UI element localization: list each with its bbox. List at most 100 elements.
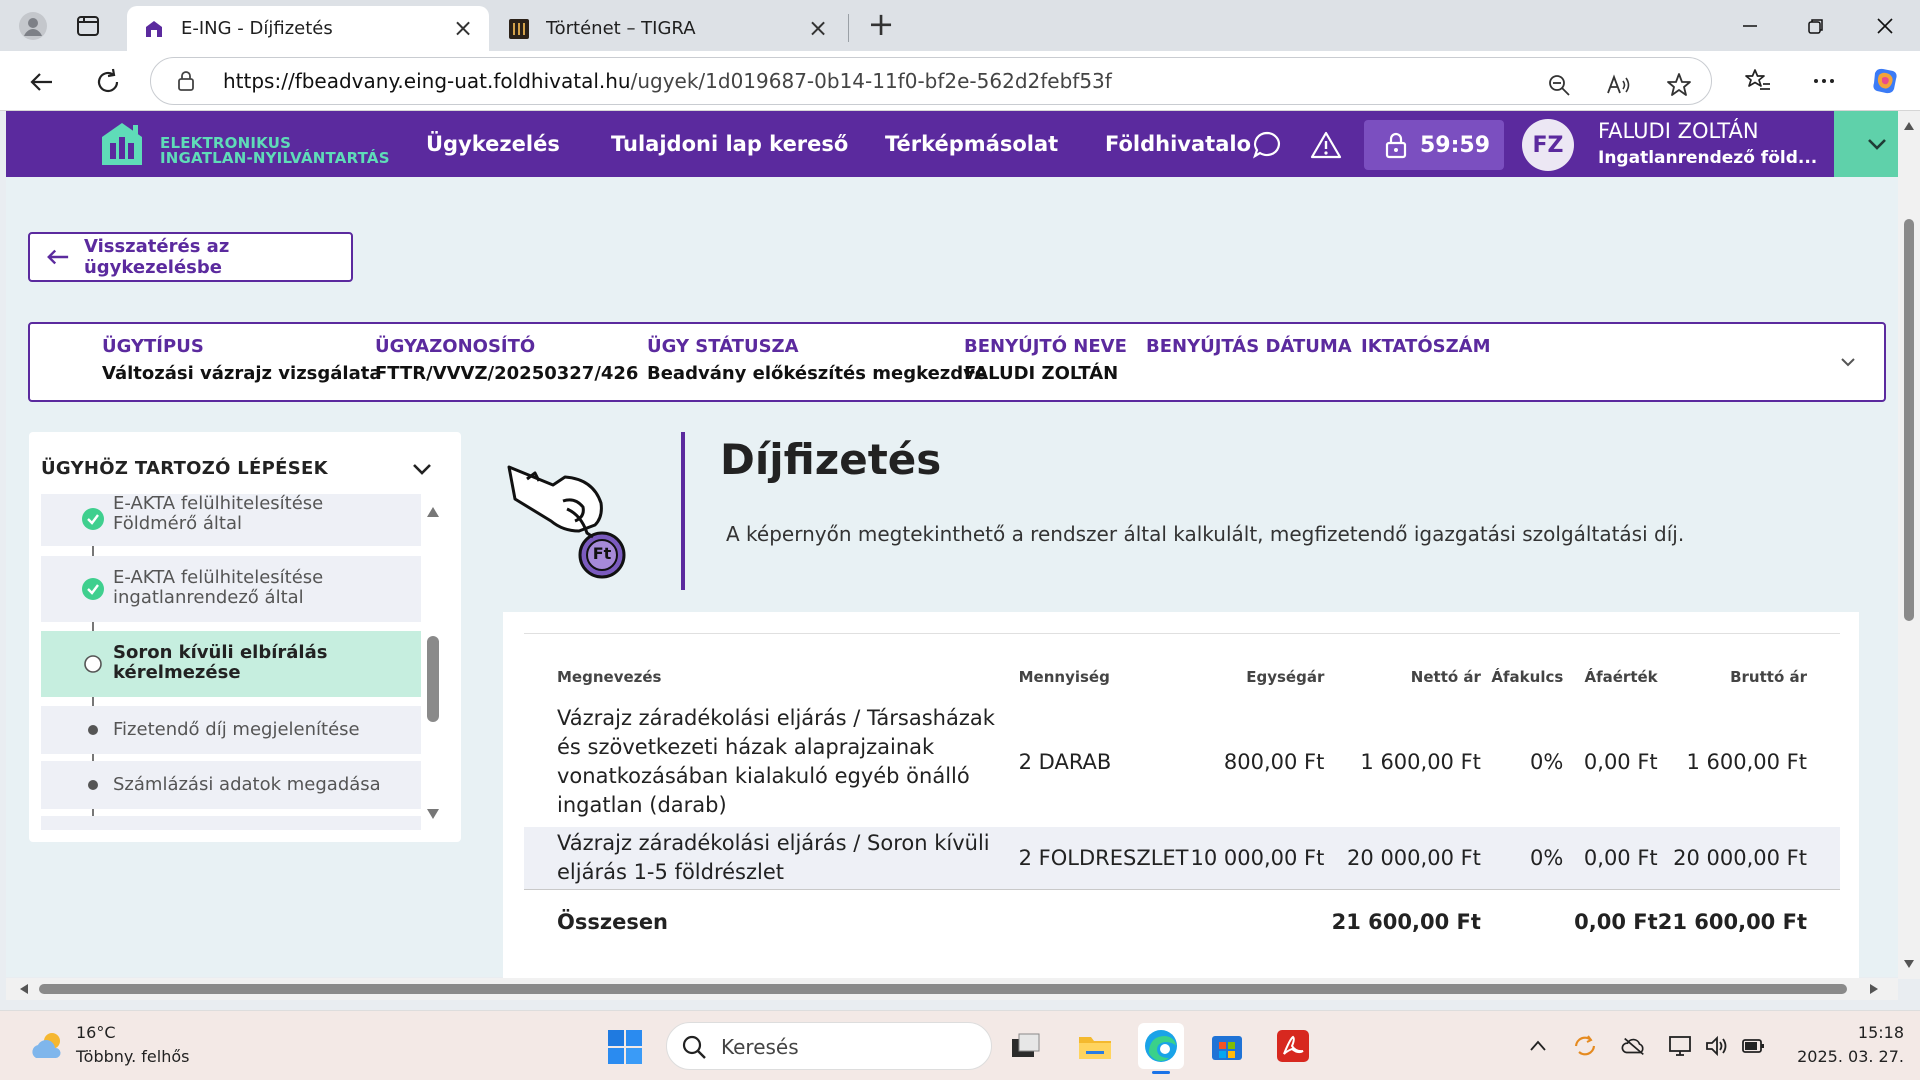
back-to-cases-button[interactable]: Visszatérés az ügykezelésbe	[28, 232, 353, 282]
total-net: 21 600,00 Ft	[1324, 888, 1481, 955]
user-name[interactable]: FALUDI ZOLTÁN	[1598, 119, 1759, 143]
lock-icon[interactable]	[175, 70, 197, 92]
submission-date: BENYÚJTÁS DÁTUMA	[1146, 336, 1352, 357]
weather-temperature[interactable]: 16°C	[76, 1023, 116, 1042]
fee-name: Vázrajz záradékolási eljárás / Társasház…	[557, 706, 995, 817]
minimize-icon[interactable]	[1720, 0, 1780, 51]
user-organization[interactable]: Ingatlanrendező föld...	[1598, 148, 1817, 168]
submitter-label: BENYÚJTÓ NEVE	[964, 336, 1127, 357]
chevron-down-icon	[1868, 139, 1886, 150]
microsoft-store-icon[interactable]	[1204, 1023, 1250, 1069]
logo-text[interactable]: ELEKTRONIKUS INGATLAN-NYILVÁNTARTÁS	[160, 136, 390, 166]
more-menu-icon[interactable]	[1807, 64, 1841, 98]
task-view-icon[interactable]	[1003, 1023, 1049, 1069]
new-tab-icon[interactable]: +	[866, 8, 896, 40]
col-header-gross: Bruttó ár	[1730, 668, 1807, 686]
eing-logo-icon[interactable]	[100, 121, 144, 167]
scrollbar-thumb[interactable]	[1904, 219, 1914, 621]
url-field[interactable]: https://fbeadvany.eing-uat.foldhivatal.h…	[150, 57, 1712, 105]
step-item[interactable]: Számlázási adatok megadása	[41, 761, 421, 809]
edge-browser-icon[interactable]	[1138, 1023, 1184, 1069]
page-vertical-scrollbar[interactable]	[1898, 111, 1920, 979]
nav-ugykezeles[interactable]: Ügykezelés	[426, 111, 560, 177]
scroll-up-icon[interactable]	[426, 506, 440, 518]
tab-eing[interactable]: E-ING - Díjfizetés ×	[127, 6, 489, 51]
favorites-icon[interactable]	[1741, 64, 1775, 98]
profile-icon[interactable]	[14, 7, 52, 45]
weather-description[interactable]: Többny. felhős	[76, 1047, 189, 1066]
read-aloud-icon[interactable]	[1605, 71, 1633, 99]
fee-table-card: Megnevezés Mennyiség Egységár Nettó ár Á…	[503, 612, 1859, 992]
copilot-icon[interactable]	[1868, 64, 1902, 98]
back-button-label: Visszatérés az ügykezelésbe	[83, 236, 230, 278]
page-subtitle: A képernyőn megtekinthető a rendszer ált…	[726, 522, 1685, 546]
case-status-value: Beadvány előkészítés megkezdve	[647, 363, 988, 384]
filing-number: IKTATÓSZÁM	[1361, 336, 1491, 357]
scroll-down-icon[interactable]	[1903, 959, 1915, 969]
scrollbar-thumb[interactable]	[39, 984, 1847, 994]
tab-title: E-ING - Díjfizetés	[181, 18, 333, 39]
chevron-down-icon[interactable]	[1836, 350, 1860, 374]
chevron-up-icon[interactable]	[1525, 1033, 1551, 1059]
network-icon[interactable]	[1667, 1033, 1693, 1059]
page-horizontal-scrollbar[interactable]	[6, 978, 1898, 1000]
case-type-label: ÜGYTÍPUS	[102, 336, 204, 357]
scroll-left-icon[interactable]	[18, 983, 30, 995]
chat-icon[interactable]	[1251, 129, 1283, 161]
adobe-acrobat-icon[interactable]	[1270, 1023, 1316, 1069]
case-id: ÜGYAZONOSÍTÓ FTTR/VVVZ/20250327/426	[375, 336, 638, 384]
browser-tab-bar: E-ING - Díjfizetés × Történet – TIGRA × …	[0, 0, 1920, 51]
case-type-value: Változási vázrajz vizsgálata	[102, 363, 382, 384]
file-explorer-icon[interactable]	[1072, 1023, 1118, 1069]
page-content: Visszatérés az ügykezelésbe ÜGYTÍPUS Vál…	[6, 177, 1898, 992]
col-header-vat-rate: Áfakulcs	[1491, 668, 1564, 686]
battery-icon[interactable]	[1741, 1033, 1767, 1059]
tab-tigra[interactable]: Történet – TIGRA ×	[492, 6, 844, 51]
fee-net: 20 000,00 Ft	[1324, 827, 1481, 889]
submitter: BENYÚJTÓ NEVE FALUDI ZOLTÁN	[964, 336, 1127, 384]
url-text[interactable]: https://fbeadvany.eing-uat.foldhivatal.h…	[223, 69, 1112, 93]
col-header-qty: Mennyiség	[1018, 668, 1110, 686]
close-tab-icon[interactable]: ×	[451, 16, 475, 41]
zoom-icon[interactable]	[1545, 71, 1573, 99]
steps-scrollbar-thumb[interactable]	[427, 636, 439, 722]
chevron-down-icon[interactable]	[409, 456, 435, 482]
payment-hand-coin-icon	[507, 465, 626, 579]
refresh-icon[interactable]	[91, 65, 125, 99]
nav-terkepmasolat[interactable]: Térképmásolat	[885, 111, 1058, 177]
check-circle-icon	[82, 508, 104, 530]
step-label: E-AKTA felülhitelesítése Földmérő által	[113, 494, 324, 534]
scroll-down-icon[interactable]	[426, 808, 440, 820]
volume-icon[interactable]	[1704, 1033, 1730, 1059]
favorite-star-icon[interactable]	[1665, 71, 1693, 99]
fee-gross: 20 000,00 Ft	[1657, 827, 1840, 889]
step-item[interactable]: Fizetendő díj megjelenítése	[41, 706, 421, 754]
restore-icon[interactable]	[1786, 0, 1846, 51]
avatar[interactable]: FZ	[1522, 119, 1574, 171]
close-tab-icon[interactable]: ×	[806, 16, 830, 41]
table-row: Vázrajz záradékolási eljárás / Soron kív…	[524, 827, 1840, 889]
timer-value: 59:59	[1420, 132, 1491, 158]
taskbar-search-input[interactable]: Keresés	[666, 1022, 992, 1070]
clock-time[interactable]: 15:18	[1836, 1023, 1904, 1042]
clock-date[interactable]: 2025. 03. 27.	[1788, 1047, 1904, 1066]
session-timer[interactable]: 59:59	[1364, 120, 1504, 170]
table-header-row: Megnevezés Mennyiség Egységár Nettó ár Á…	[524, 657, 1840, 697]
scroll-up-icon[interactable]	[1903, 121, 1915, 131]
col-header-name: Megnevezés	[557, 667, 662, 686]
fee-table: Megnevezés Mennyiség Egységár Nettó ár Á…	[524, 657, 1840, 955]
back-icon[interactable]	[25, 65, 59, 99]
case-steps-panel: ÜGYHÖZ TARTOZÓ LÉPÉSEK E-AKTA felülhitel…	[29, 432, 461, 842]
onedrive-icon[interactable]	[1621, 1033, 1647, 1059]
step-item[interactable]	[41, 816, 421, 830]
windows-start-icon[interactable]	[607, 1029, 643, 1065]
warning-icon[interactable]	[1310, 129, 1342, 161]
close-window-icon[interactable]	[1855, 0, 1915, 51]
nav-foldhivatalok[interactable]: Földhivatalo	[1105, 111, 1251, 177]
nav-tulajdoni-lap-kereso[interactable]: Tulajdoni lap kereső	[611, 111, 848, 177]
sync-icon[interactable]	[1572, 1033, 1598, 1059]
tab-actions-icon[interactable]	[74, 12, 102, 40]
steps-list: E-AKTA felülhitelesítése Földmérő által E…	[41, 494, 421, 830]
scroll-right-icon[interactable]	[1868, 983, 1880, 995]
partly-cloudy-icon[interactable]	[28, 1030, 66, 1060]
